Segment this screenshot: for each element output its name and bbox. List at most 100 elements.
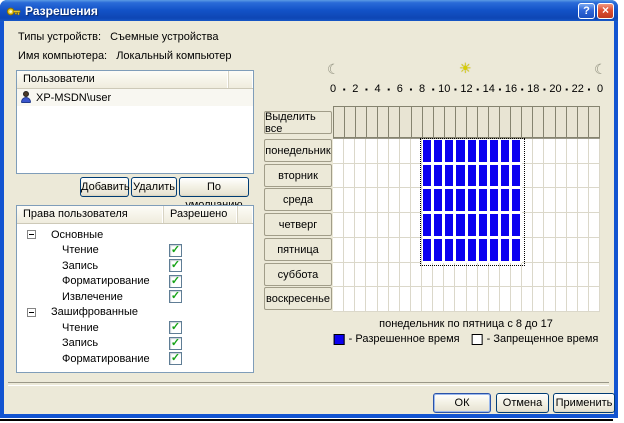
hour-column-selector[interactable] <box>345 106 356 138</box>
schedule-cell[interactable] <box>556 139 567 164</box>
schedule-cell[interactable] <box>556 263 567 288</box>
schedule-cell[interactable] <box>511 287 522 312</box>
schedule-cell[interactable] <box>511 139 522 164</box>
rights-group-row[interactable]: Зашифрованные <box>17 305 253 321</box>
schedule-cell[interactable] <box>400 188 411 213</box>
schedule-cell[interactable] <box>567 213 578 238</box>
hour-column-selector[interactable] <box>423 106 434 138</box>
schedule-cell[interactable] <box>578 263 589 288</box>
schedule-cell[interactable] <box>455 188 466 213</box>
hour-column-selector[interactable] <box>567 106 578 138</box>
schedule-cell[interactable] <box>467 287 478 312</box>
remove-user-button[interactable]: Удалить <box>131 177 177 197</box>
rights-item-row[interactable]: Чтение✓ <box>17 320 253 336</box>
day-row-button-7[interactable]: воскресенье <box>264 287 332 310</box>
hour-column-selector[interactable] <box>389 106 400 138</box>
schedule-cell[interactable] <box>355 139 366 164</box>
schedule-cell[interactable] <box>444 213 455 238</box>
schedule-cell[interactable] <box>533 287 544 312</box>
schedule-cell[interactable] <box>522 213 533 238</box>
schedule-cell[interactable] <box>455 238 466 263</box>
schedule-cell[interactable] <box>455 139 466 164</box>
schedule-cell[interactable] <box>522 139 533 164</box>
cancel-button[interactable]: Отмена <box>496 393 549 413</box>
schedule-cell[interactable] <box>489 238 500 263</box>
schedule-cell[interactable] <box>567 263 578 288</box>
schedule-cell[interactable] <box>500 188 511 213</box>
schedule-cell[interactable] <box>344 238 355 263</box>
schedule-cell[interactable] <box>355 238 366 263</box>
schedule-cell[interactable] <box>422 139 433 164</box>
schedule-cell[interactable] <box>355 287 366 312</box>
schedule-cell[interactable] <box>567 164 578 189</box>
hour-column-selector[interactable] <box>456 106 467 138</box>
ok-button[interactable]: ОК <box>433 393 491 413</box>
schedule-cell[interactable] <box>489 188 500 213</box>
schedule-cell[interactable] <box>422 213 433 238</box>
schedule-cell[interactable] <box>478 139 489 164</box>
title-bar[interactable]: Разрешения ? × <box>0 0 618 22</box>
schedule-cell[interactable] <box>344 287 355 312</box>
day-row-button-2[interactable]: вторник <box>264 164 332 187</box>
hour-column-selector[interactable] <box>412 106 423 138</box>
schedule-cell[interactable] <box>378 213 389 238</box>
day-row-button-5[interactable]: пятница <box>264 238 332 261</box>
schedule-cell[interactable] <box>500 287 511 312</box>
schedule-cell[interactable] <box>500 238 511 263</box>
schedule-cell[interactable] <box>544 263 555 288</box>
schedule-cell[interactable] <box>567 188 578 213</box>
permission-checkbox[interactable]: ✓ <box>169 259 182 272</box>
expand-collapse-icon[interactable] <box>27 230 36 239</box>
hour-column-selector[interactable] <box>511 106 522 138</box>
schedule-cell[interactable] <box>444 238 455 263</box>
schedule-cell[interactable] <box>467 188 478 213</box>
schedule-cell[interactable] <box>578 213 589 238</box>
schedule-cell[interactable] <box>389 188 400 213</box>
schedule-cell[interactable] <box>578 164 589 189</box>
schedule-cell[interactable] <box>522 238 533 263</box>
schedule-cell[interactable] <box>444 139 455 164</box>
hour-column-selector[interactable] <box>533 106 544 138</box>
hour-column-selector[interactable] <box>445 106 456 138</box>
schedule-cell[interactable] <box>522 287 533 312</box>
apply-button[interactable]: Применить <box>553 393 615 413</box>
schedule-cell[interactable] <box>478 287 489 312</box>
schedule-cell[interactable] <box>378 238 389 263</box>
schedule-cell[interactable] <box>478 263 489 288</box>
schedule-cell[interactable] <box>467 213 478 238</box>
schedule-cell[interactable] <box>400 213 411 238</box>
schedule-cell[interactable] <box>589 139 600 164</box>
hour-column-selector[interactable] <box>500 106 511 138</box>
schedule-cell[interactable] <box>511 238 522 263</box>
schedule-cell[interactable] <box>389 287 400 312</box>
schedule-cell[interactable] <box>389 238 400 263</box>
schedule-cell[interactable] <box>366 164 377 189</box>
schedule-cell[interactable] <box>544 287 555 312</box>
hour-column-selector[interactable] <box>378 106 389 138</box>
schedule-cell[interactable] <box>533 213 544 238</box>
schedule-cell[interactable] <box>422 263 433 288</box>
schedule-cell[interactable] <box>378 263 389 288</box>
schedule-cell[interactable] <box>355 263 366 288</box>
schedule-cell[interactable] <box>556 287 567 312</box>
schedule-cell[interactable] <box>533 139 544 164</box>
schedule-cell[interactable] <box>433 263 444 288</box>
rights-item-row[interactable]: Извлечение✓ <box>17 289 253 305</box>
schedule-cell[interactable] <box>467 139 478 164</box>
schedule-cell[interactable] <box>489 287 500 312</box>
schedule-cell[interactable] <box>411 164 422 189</box>
schedule-cell[interactable] <box>589 213 600 238</box>
schedule-cell[interactable] <box>455 287 466 312</box>
schedule-cell[interactable] <box>333 188 344 213</box>
schedule-cell[interactable] <box>333 164 344 189</box>
schedule-cell[interactable] <box>378 164 389 189</box>
schedule-cell[interactable] <box>344 188 355 213</box>
schedule-cell[interactable] <box>500 213 511 238</box>
schedule-cell[interactable] <box>422 238 433 263</box>
schedule-cell[interactable] <box>366 188 377 213</box>
schedule-cell[interactable] <box>478 188 489 213</box>
schedule-cell[interactable] <box>378 287 389 312</box>
schedule-cell[interactable] <box>355 213 366 238</box>
schedule-cell[interactable] <box>511 164 522 189</box>
schedule-cell[interactable] <box>433 213 444 238</box>
